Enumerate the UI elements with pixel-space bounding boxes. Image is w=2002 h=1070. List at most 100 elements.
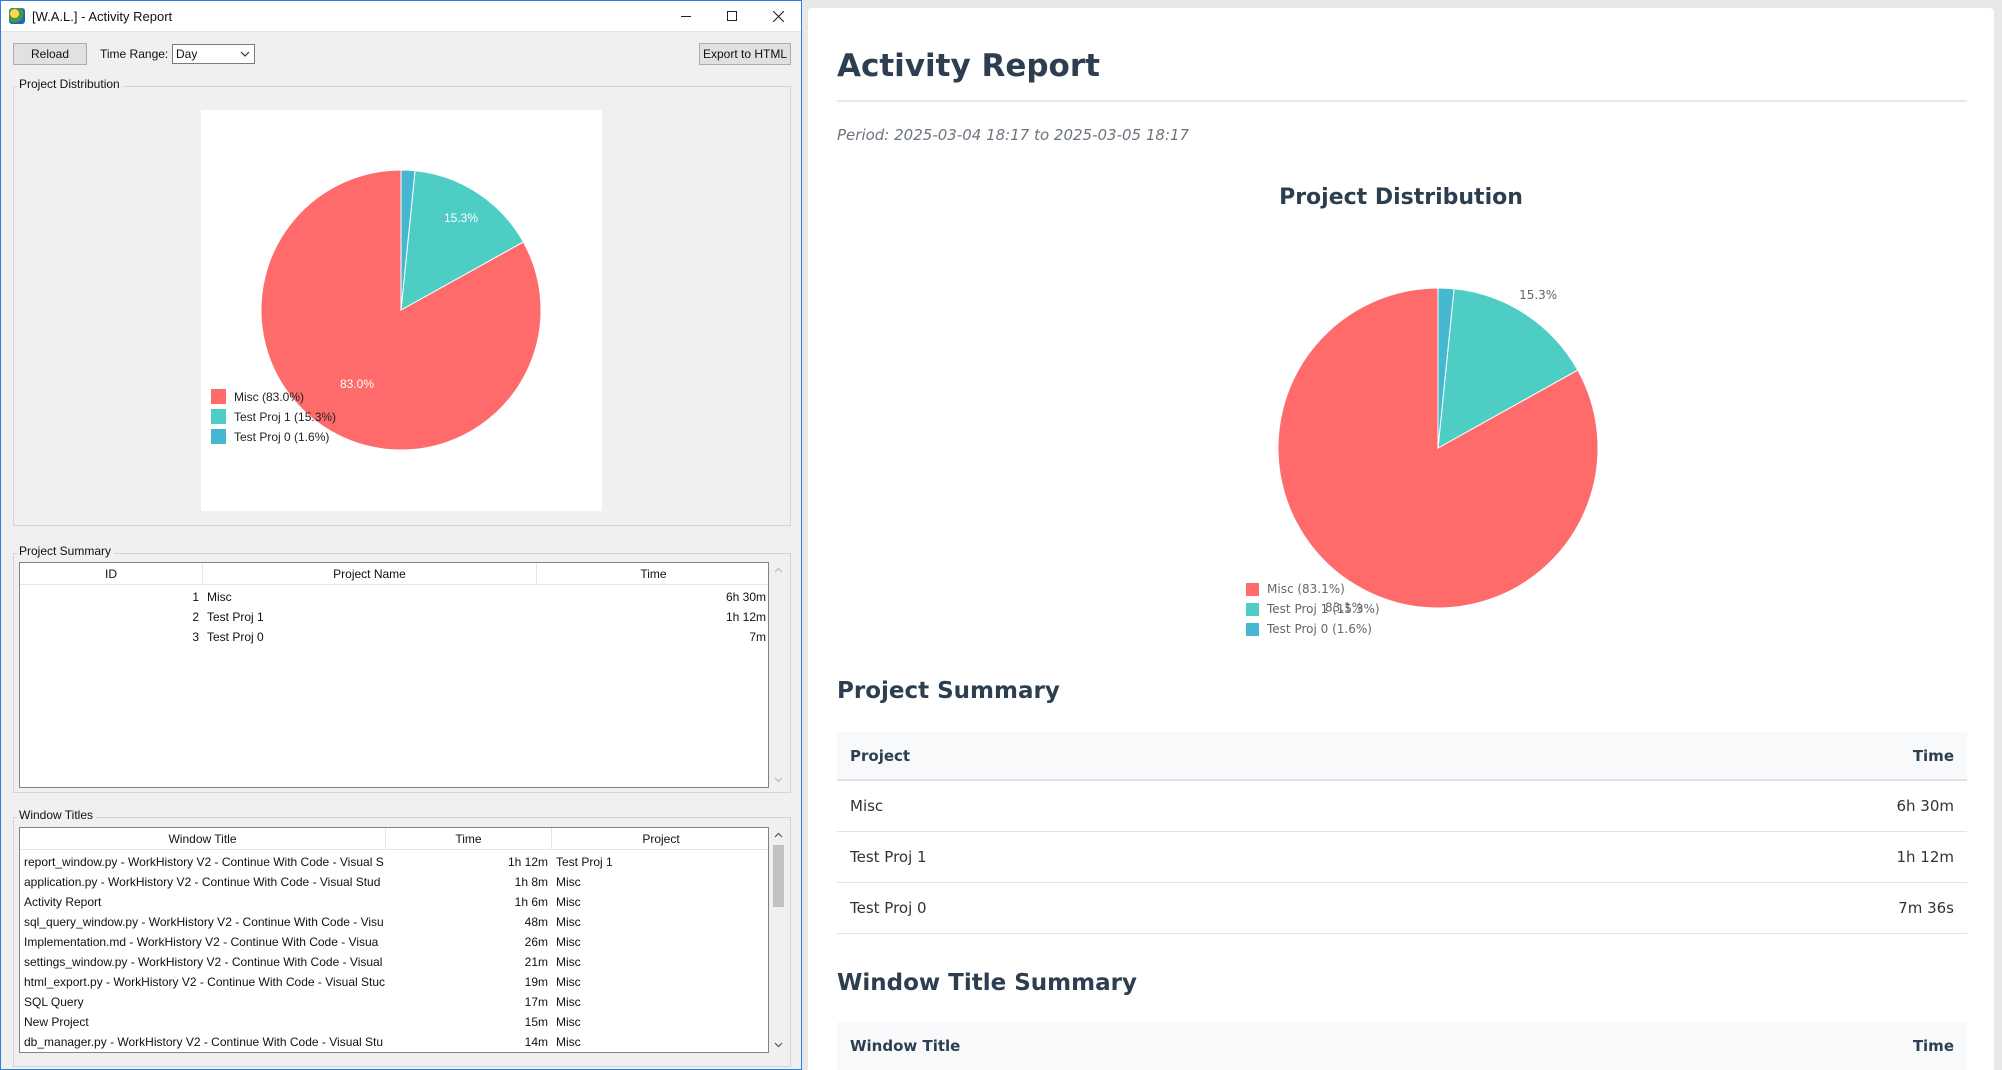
column-header-project[interactable]: Project (552, 828, 768, 850)
legend-swatch-test-proj-1 (1246, 602, 1259, 616)
cell-window-title: Implementation.md - WorkHistory V2 - Con… (24, 935, 379, 949)
cell-window-title: settings_window.py - WorkHistory V2 - Co… (24, 955, 383, 969)
cell-time: 1h 12m (725, 610, 766, 624)
scroll-down-icon[interactable] (770, 771, 787, 788)
legend-swatch-misc (211, 389, 226, 404)
cell-project-name: Test Proj 1 (207, 610, 264, 624)
cell-window-title: html_export.py - WorkHistory V2 - Contin… (24, 975, 386, 989)
cell-project-name: Test Proj 0 (207, 630, 264, 644)
column-header-id[interactable]: ID (20, 563, 203, 585)
window-titles-scrollbar[interactable] (770, 827, 787, 1053)
slice-label-misc: 83.0% (340, 377, 374, 391)
column-header-time[interactable]: Time (537, 563, 768, 585)
cell-time: 6h 30m (725, 590, 766, 604)
window-titles-list[interactable]: Window Title Time Project report_window.… (19, 827, 769, 1053)
maximize-button[interactable] (709, 1, 755, 31)
period-end: 2025-03-05 18:17 (1053, 126, 1190, 144)
project-summary-list[interactable]: ID Project Name Time 1 Misc 6h 30m 2 Tes… (19, 562, 769, 788)
legend-item-test-proj-1: Test Proj 1 (15.3%) (211, 409, 336, 424)
cell-project: Test Proj 1 (556, 855, 613, 869)
cell-id: 2 (192, 610, 199, 624)
column-header-time[interactable]: Time (386, 828, 552, 850)
table-row[interactable]: SQL Query 17m Misc (20, 992, 768, 1012)
time-range-select[interactable]: Day (172, 44, 255, 64)
table-header: Project Time (837, 732, 1967, 781)
cell-time: 1h 8m (514, 875, 548, 889)
table-row[interactable]: db_manager.py - WorkHistory V2 - Continu… (20, 1032, 768, 1052)
table-row: Test Proj 1 1h 12m (837, 832, 1967, 883)
period-label: Period: (837, 126, 895, 144)
scroll-up-icon[interactable] (770, 562, 787, 579)
table-row[interactable]: Activity Report 1h 6m Misc (20, 892, 768, 912)
cell-window-title: SQL Query (24, 995, 84, 1009)
legend-item-misc: Misc (83.0%) (211, 389, 304, 404)
minimize-icon (681, 16, 691, 17)
distribution-chart-title: Project Distribution (1279, 185, 1523, 210)
reload-button[interactable]: Reload (13, 43, 87, 65)
project-summary-header: ID Project Name Time (20, 563, 768, 585)
table-row[interactable]: sql_query_window.py - WorkHistory V2 - C… (20, 912, 768, 932)
legend-swatch-test-proj-1 (211, 409, 226, 424)
cell-time: 21m (524, 955, 548, 969)
minimize-button[interactable] (663, 1, 709, 31)
cell-time: 48m (524, 915, 548, 929)
cell-time: 1h 6m (514, 895, 548, 909)
cell-project: Test Proj 1 (850, 848, 927, 866)
scroll-down-icon[interactable] (770, 1036, 787, 1053)
column-header-project: Project (850, 746, 911, 765)
title-bar[interactable]: [W.A.L.] - Activity Report (1, 1, 801, 32)
time-range-label: Time Range: (100, 47, 169, 61)
export-html-button[interactable]: Export to HTML (699, 43, 791, 65)
project-distribution-title: Project Distribution (17, 77, 123, 91)
legend-swatch-test-proj-0 (211, 429, 226, 444)
scroll-up-icon[interactable] (770, 827, 787, 844)
cell-project-name: Misc (207, 590, 232, 604)
cell-window-title: report_window.py - WorkHistory V2 - Cont… (24, 855, 384, 869)
table-row[interactable]: html_export.py - WorkHistory V2 - Contin… (20, 972, 768, 992)
title-divider (837, 100, 1967, 102)
legend-label: Test Proj 0 (1.6%) (234, 429, 330, 444)
column-header-window-title[interactable]: Window Title (20, 828, 386, 850)
maximize-icon (727, 11, 737, 21)
app-logo-icon (9, 8, 25, 24)
report-title: Activity Report (837, 48, 1100, 84)
table-row[interactable]: New Project 15m Misc (20, 1012, 768, 1032)
cell-time: 1h 12m (1896, 848, 1954, 866)
legend-swatch-test-proj-0 (1246, 622, 1259, 636)
scroll-thumb[interactable] (773, 845, 784, 907)
window-titles-title: Window Titles (17, 808, 97, 822)
window-title-summary-table: Window Title Time (837, 1022, 1967, 1070)
cell-window-title: New Project (24, 1015, 89, 1029)
close-button[interactable] (755, 1, 801, 31)
pie-chart-canvas: 83.0% 15.3% Misc (83.0%) Test Proj 1 (15.… (201, 110, 602, 511)
table-row[interactable]: Implementation.md - WorkHistory V2 - Con… (20, 932, 768, 952)
period-separator: to (1029, 126, 1054, 144)
table-row[interactable]: application.py - WorkHistory V2 - Contin… (20, 872, 768, 892)
legend-label: Test Proj 1 (15.3%) (234, 409, 337, 424)
project-summary-heading: Project Summary (837, 678, 1060, 704)
column-header-project-name[interactable]: Project Name (203, 563, 537, 585)
column-header-time: Time (1912, 746, 1954, 765)
table-row[interactable]: 1 Misc 6h 30m (20, 587, 768, 607)
cell-time: 14m (524, 1035, 548, 1049)
period-start: 2025-03-04 18:17 (894, 126, 1030, 144)
cell-time: 19m (524, 975, 548, 989)
cell-project: Misc (556, 915, 581, 929)
cell-project: Misc (556, 995, 581, 1009)
cell-project: Misc (556, 1035, 581, 1049)
legend-swatch-misc (1246, 582, 1259, 596)
report-period: Period: 2025-03-04 18:17 to 2025-03-05 1… (837, 126, 1189, 144)
table-row[interactable]: 2 Test Proj 1 1h 12m (20, 607, 768, 627)
cell-time: 7m 36s (1898, 899, 1954, 917)
table-row: Test Proj 0 7m 36s (837, 883, 1967, 934)
project-summary-scrollbar[interactable] (770, 562, 787, 788)
table-row[interactable]: settings_window.py - WorkHistory V2 - Co… (20, 952, 768, 972)
chevron-down-icon (240, 51, 250, 57)
table-row[interactable]: 3 Test Proj 0 7m (20, 627, 768, 647)
cell-project: Test Proj 0 (850, 899, 927, 917)
legend-label: Misc (83.1%) (1267, 582, 1345, 596)
cell-time: 6h 30m (1896, 797, 1954, 815)
cell-time: 1h 12m (507, 855, 548, 869)
cell-id: 3 (192, 630, 199, 644)
table-row[interactable]: report_window.py - WorkHistory V2 - Cont… (20, 852, 768, 872)
